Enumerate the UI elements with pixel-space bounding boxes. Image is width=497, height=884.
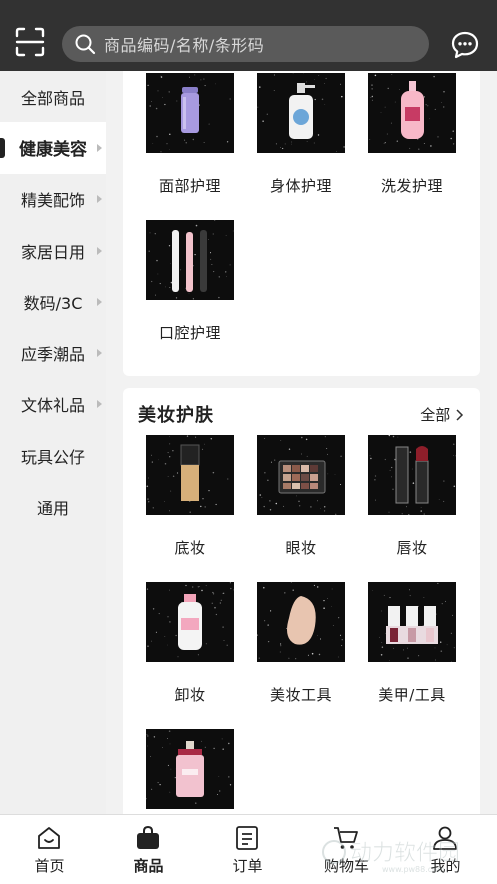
watermark-subtext: www.pw88.com [382, 865, 445, 874]
chevron-right-icon [97, 144, 102, 152]
category-sidebar: 全部商品 健康美容 精美配饰 家居日用 数码/3C 应季潮品 文体礼品 玩具公仔… [0, 71, 106, 814]
category-tile-lip-makeup[interactable]: 唇妆 [368, 435, 456, 558]
makeup-skincare-card: 美妆护肤 全部 底妆 眼妆 唇 [123, 388, 480, 814]
sidebar-item-label: 家居日用 [21, 239, 85, 263]
sidebar-item-digital[interactable]: 数码/3C [0, 276, 106, 327]
sidebar-item-seasonal[interactable]: 应季潮品 [0, 327, 106, 378]
sidebar-item-health-beauty[interactable]: 健康美容 [0, 122, 106, 173]
eye-makeup-image [257, 435, 345, 515]
hair-care-image [368, 73, 456, 153]
category-tile-nail[interactable]: 美甲/工具 [368, 582, 456, 705]
sidebar-item-label: 玩具公仔 [21, 444, 85, 468]
sidebar-item-label: 应季潮品 [21, 341, 85, 365]
sidebar-item-general[interactable]: 通用 [0, 481, 106, 532]
tile-label: 洗发护理 [368, 175, 456, 196]
oral-care-image [146, 220, 234, 300]
tile-label: 美甲/工具 [368, 684, 456, 705]
category-tile-makeup-tools[interactable]: 美妆工具 [257, 582, 345, 705]
tile-label: 面部护理 [146, 175, 234, 196]
view-all-label: 全部 [420, 406, 450, 424]
tile-label: 口腔护理 [146, 322, 234, 343]
search-placeholder: 商品编码/名称/条形码 [104, 32, 264, 56]
tile-label: 眼妆 [257, 537, 345, 558]
search-icon [74, 33, 96, 55]
body-care-image [257, 73, 345, 153]
chevron-right-icon [97, 400, 102, 408]
sidebar-item-label: 文体礼品 [21, 392, 85, 416]
sidebar-item-toys[interactable]: 玩具公仔 [0, 430, 106, 481]
chevron-right-icon [97, 247, 102, 255]
chevron-right-icon [455, 409, 464, 421]
category-tile-eye-makeup[interactable]: 眼妆 [257, 435, 345, 558]
tab-label: 商品 [99, 855, 198, 876]
tab-products[interactable]: 商品 [99, 815, 198, 884]
category-tile-face-care[interactable]: 面部护理 [146, 73, 234, 196]
sidebar-item-label: 数码/3C [24, 290, 83, 314]
sidebar-item-stationery[interactable]: 文体礼品 [0, 379, 106, 430]
category-tile-body-care[interactable]: 身体护理 [257, 73, 345, 196]
lip-makeup-image [368, 435, 456, 515]
sidebar-item-label: 精美配饰 [21, 187, 85, 211]
tab-orders[interactable]: 订单 [198, 815, 297, 884]
watermark-logo: 动力软件园 www.pw88.com [320, 830, 495, 874]
chevron-right-icon [97, 349, 102, 357]
scan-icon[interactable] [14, 26, 46, 58]
category-tile-makeup-remover[interactable]: 卸妆 [146, 582, 234, 705]
order-icon [234, 825, 260, 851]
nail-image [368, 582, 456, 662]
perfume-image [146, 729, 234, 809]
tab-label: 订单 [198, 855, 297, 876]
makeup-remover-image [146, 582, 234, 662]
sidebar-item-home[interactable]: 家居日用 [0, 225, 106, 276]
category-tile-foundation[interactable]: 底妆 [146, 435, 234, 558]
tab-home[interactable]: 首页 [0, 815, 99, 884]
makeup-tools-image [257, 582, 345, 662]
personal-care-card: 面部护理 身体护理 洗发护理 口腔护理 [123, 71, 480, 376]
sidebar-item-label: 全部商品 [21, 85, 85, 109]
tile-label: 唇妆 [368, 537, 456, 558]
tile-label: 底妆 [146, 537, 234, 558]
tab-label: 首页 [0, 855, 99, 876]
category-tile-oral-care[interactable]: 口腔护理 [146, 220, 234, 343]
bag-icon [135, 825, 161, 851]
sidebar-item-label: 通用 [37, 495, 69, 519]
sidebar-item-label: 健康美容 [19, 135, 87, 160]
chevron-right-icon [97, 195, 102, 203]
message-icon[interactable] [450, 30, 480, 60]
tile-label: 卸妆 [146, 684, 234, 705]
category-tile-hair-care[interactable]: 洗发护理 [368, 73, 456, 196]
home-icon [36, 825, 62, 851]
section-title: 美妆护肤 [138, 401, 214, 427]
sidebar-item-accessories[interactable]: 精美配饰 [0, 174, 106, 225]
sidebar-item-all[interactable]: 全部商品 [0, 71, 106, 122]
face-care-image [146, 73, 234, 153]
chevron-right-icon [97, 298, 102, 306]
category-tile-perfume[interactable] [146, 729, 234, 809]
top-bar: 商品编码/名称/条形码 [0, 0, 497, 71]
tile-label: 身体护理 [257, 175, 345, 196]
category-content: 面部护理 身体护理 洗发护理 口腔护理 美妆护肤 全部 [106, 71, 497, 814]
view-all-link[interactable]: 全部 [420, 404, 464, 425]
watermark-text: 动力软件园 [350, 841, 460, 866]
tile-label: 美妆工具 [257, 684, 345, 705]
search-bar[interactable]: 商品编码/名称/条形码 [62, 26, 429, 62]
foundation-image [146, 435, 234, 515]
